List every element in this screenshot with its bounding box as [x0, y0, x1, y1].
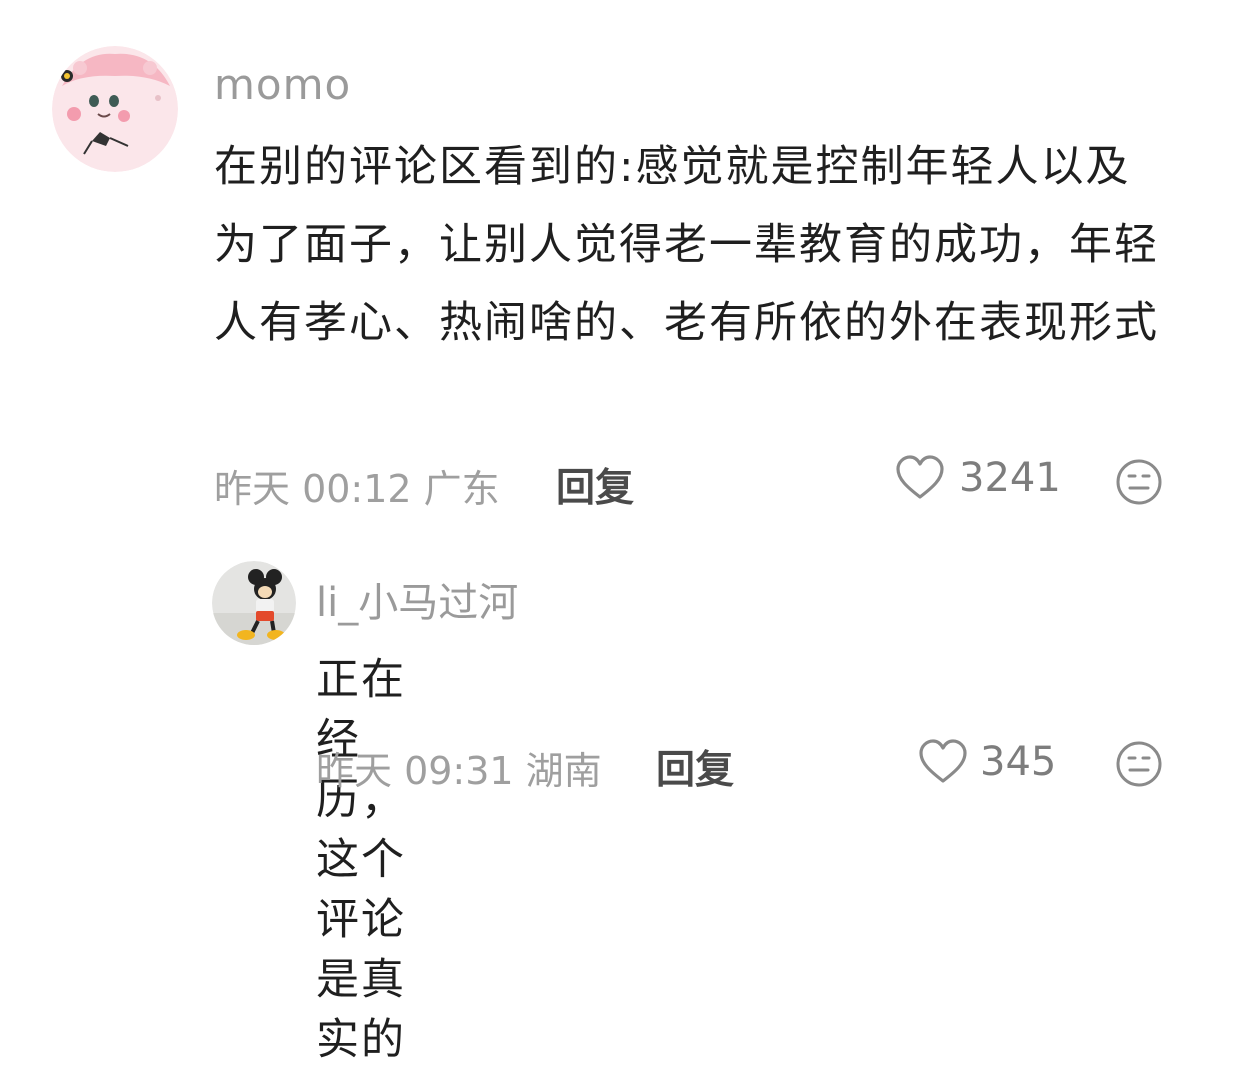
emoji-reaction-button[interactable] [1115, 740, 1163, 792]
comment-username[interactable]: li_小马过河 [316, 570, 518, 628]
comment-meta: 昨天 09:31 湖南 [316, 749, 602, 793]
heart-outline-icon [896, 455, 944, 499]
comment-text: 正在经历，这个评论是真实的 [316, 655, 406, 1065]
like-button[interactable]: 3241 [895, 455, 1061, 501]
neutral-face-icon [1116, 741, 1162, 787]
comment-username[interactable]: momo [214, 60, 351, 109]
user-avatar[interactable] [52, 46, 178, 172]
emoji-reaction-button[interactable] [1115, 458, 1163, 510]
mickey-mouse-avatar-icon [212, 561, 296, 645]
reply-button[interactable]: 回复 [656, 739, 734, 795]
user-avatar[interactable] [212, 561, 296, 645]
comment-text: 在别的评论区看到的:感觉就是控制年轻人以及为了面子，让别人觉得老一辈教育的成功，… [214, 142, 1159, 348]
like-count: 345 [980, 739, 1057, 785]
like-button[interactable]: 345 [918, 739, 1056, 785]
reply-button[interactable]: 回复 [556, 457, 634, 513]
comment-meta: 昨天 00:12 广东 [214, 467, 500, 511]
heart-outline-icon [919, 739, 967, 783]
neutral-face-icon [1116, 459, 1162, 505]
like-count: 3241 [959, 455, 1061, 501]
pink-cartoon-avatar-icon [52, 46, 178, 172]
